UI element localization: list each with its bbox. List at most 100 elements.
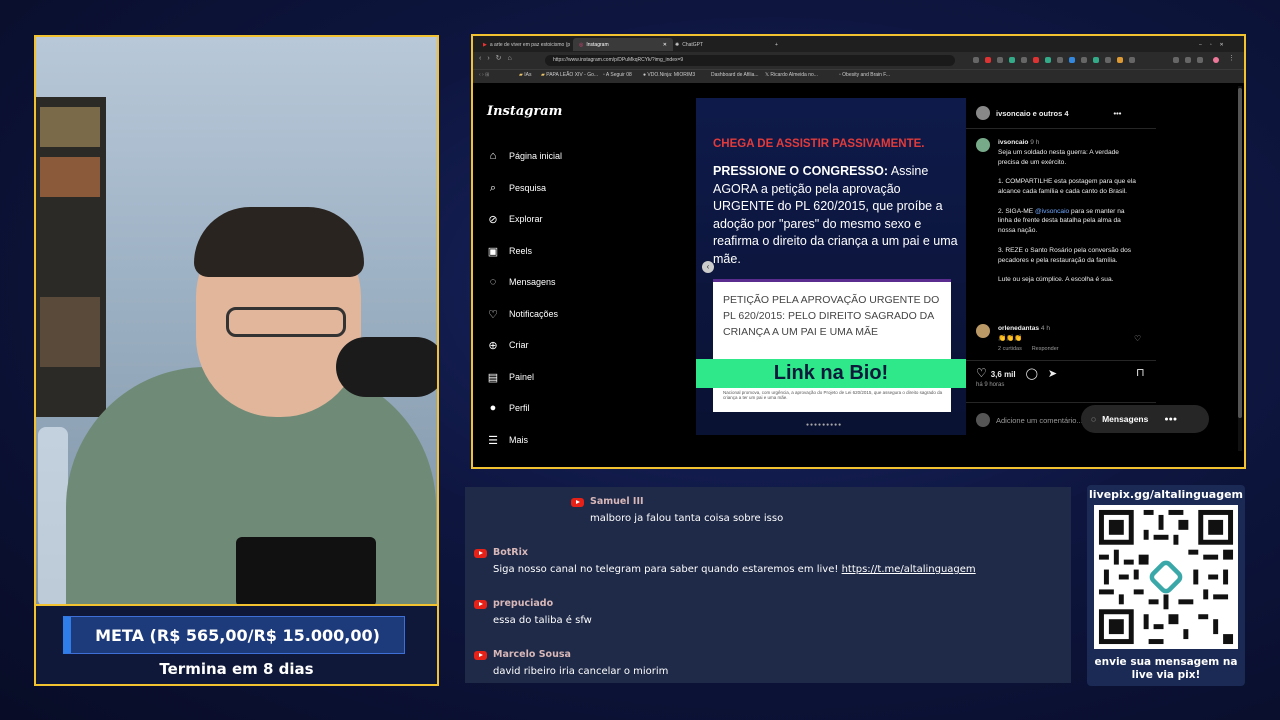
new-tab-button[interactable]: + <box>769 38 784 51</box>
instagram-post: CHEGA DE ASSISTIR PASSIVAMENTE. PRESSION… <box>696 98 1156 435</box>
heart-icon: ♡ <box>488 308 498 321</box>
like-comment-icon[interactable]: ♡ <box>1134 334 1141 343</box>
bookmark-dashboard[interactable]: Dashboard de Afilia... <box>711 72 759 78</box>
avatar[interactable] <box>976 138 990 152</box>
tab-chatgpt[interactable]: ✺ ChatGPT <box>669 38 769 51</box>
bookmarks-bar: ‹ › ⊞ ▰ IAs ▰ PAPA LEÃO XIV - Go... ▫ A … <box>473 69 1244 83</box>
youtube-icon <box>474 600 487 609</box>
nav-home[interactable]: ⌂ Página inicial <box>487 150 562 162</box>
nav-more[interactable]: ☰ Mais <box>487 434 528 447</box>
bookmark-ricardo[interactable]: 𝕏 Ricardo Almeida no... <box>765 72 818 78</box>
nav-dashboard[interactable]: ▤ Painel <box>487 371 534 384</box>
plus-icon: ⊕ <box>488 339 498 352</box>
page-scrollbar[interactable] <box>1238 86 1242 451</box>
extension-icon[interactable] <box>1105 57 1111 63</box>
save-icon[interactable]: ⊓ <box>1136 366 1145 379</box>
profile-avatar[interactable] <box>1213 57 1219 63</box>
address-bar[interactable]: https://www.instagram.com/p/DPuMkqRCYk/?… <box>545 55 955 66</box>
page-icon: ▫ <box>603 72 605 78</box>
youtube-icon <box>474 549 487 558</box>
glasses <box>226 307 346 337</box>
share-icon[interactable]: ➤ <box>1048 368 1057 380</box>
petition-description: Nacional promova, com urgência, a aprova… <box>723 390 943 400</box>
emoji-icon[interactable] <box>976 413 990 427</box>
messages-button[interactable]: ◌ Mensagens ●●● <box>1081 405 1209 433</box>
ninja-icon: ● <box>643 72 647 78</box>
instagram-icon: ◎ <box>579 41 584 48</box>
microphone <box>336 337 437 397</box>
goal-bar: META (R$ 565,00/R$ 15.000,00) <box>63 616 405 654</box>
chatgpt-icon: ✺ <box>675 41 680 48</box>
petition-title: PETIÇÃO PELA APROVAÇÃO URGENTE DO PL 620… <box>723 294 940 338</box>
extension-icon[interactable] <box>1129 57 1135 63</box>
qr-code-graphic <box>1094 505 1238 649</box>
link-in-bio-banner: Link na Bio! <box>696 359 966 388</box>
youtube-icon <box>474 651 487 660</box>
close-tab-icon[interactable]: ✕ <box>663 42 667 48</box>
browser-toolbar: ‹›↻⌂ https://www.instagram.com/p/DPuMkqR… <box>473 52 1244 69</box>
goal-deadline: Termina em 8 dias <box>159 660 314 678</box>
nav-messages[interactable]: ◌ Mensagens <box>487 276 556 288</box>
extension-icon[interactable] <box>1081 57 1087 63</box>
livepix-url: livepix.gg/altalinguagem <box>1088 488 1244 501</box>
post-body: PRESSIONE O CONGRESSO: Assine AGORA a pe… <box>713 164 958 266</box>
reels-icon: ▣ <box>487 245 499 258</box>
add-comment-input[interactable]: Adicione um comentário... <box>976 413 1083 427</box>
home-icon: ⌂ <box>489 150 497 162</box>
extension-icon[interactable] <box>1117 57 1123 63</box>
browser-window: ▶ a arte de viver em paz estoicismo (p ◎ I… <box>471 34 1246 469</box>
extension-icon[interactable] <box>1033 57 1039 63</box>
nav-profile[interactable]: ● Perfil <box>487 402 530 414</box>
nav-explore[interactable]: ⊘ Explorar <box>487 213 542 226</box>
extension-icon[interactable] <box>1093 57 1099 63</box>
extension-icon[interactable] <box>1069 57 1075 63</box>
compass-icon: ⊘ <box>488 213 498 226</box>
messenger-icon: ◌ <box>1091 414 1097 424</box>
extension-icon[interactable] <box>1009 57 1015 63</box>
like-icon[interactable]: ♡ <box>976 366 987 380</box>
reply-link[interactable]: Responder <box>1032 346 1059 352</box>
avatar[interactable] <box>976 106 990 120</box>
tab-strip: ▶ a arte de viver em paz estoicismo (p ◎ I… <box>473 36 1244 52</box>
carousel-prev-button[interactable]: ‹ <box>702 261 714 273</box>
bookmark-vdo[interactable]: ● VDO.Ninja: MIORIM3 <box>643 72 695 78</box>
youtube-icon: ▶ <box>483 41 487 48</box>
streamer-hair <box>194 207 364 277</box>
extension-icon[interactable] <box>1057 57 1063 63</box>
sidebar-icon[interactable] <box>1173 57 1179 63</box>
split-view-icon[interactable] <box>1197 57 1203 63</box>
instagram-logo[interactable]: Instagram <box>487 104 562 119</box>
nav-create[interactable]: ⊕ Criar <box>487 339 528 352</box>
bookmark-ias[interactable]: ▰ IAs <box>519 72 531 78</box>
nav-notifications[interactable]: ♡ Notificações <box>487 308 558 321</box>
menu-icon[interactable]: ⋮ <box>1228 54 1235 62</box>
more-options-icon[interactable]: ••• <box>1114 109 1122 118</box>
extension-icon[interactable] <box>973 57 979 63</box>
stream-deck <box>236 537 376 604</box>
nav-reels[interactable]: ▣ Reels <box>487 245 532 258</box>
mention-link[interactable]: @ivsoncaio <box>1035 208 1069 215</box>
extension-icon[interactable] <box>1045 57 1051 63</box>
window-controls[interactable]: –▫✕ <box>1193 38 1238 51</box>
search-icon: ⌕ <box>489 181 497 194</box>
water-bottle <box>38 427 68 604</box>
avatar[interactable] <box>976 324 990 338</box>
folder-icon: ▰ <box>519 72 523 78</box>
extension-icon[interactable] <box>1021 57 1027 63</box>
bookmark-nav-icons: ‹ › ⊞ <box>479 72 490 78</box>
telegram-link[interactable]: https://t.me/altalinguagem <box>842 564 976 575</box>
post-header: ivsoncaio e outros 4 ••• <box>976 106 1121 120</box>
bookmark-obesity[interactable]: ▫ Obesity and Brain F... <box>839 72 890 78</box>
nav-search[interactable]: ⌕ Pesquisa <box>487 182 546 194</box>
bookmark-papa[interactable]: ▰ PAPA LEÃO XIV - Go... <box>541 72 598 78</box>
youtube-icon <box>571 498 584 507</box>
comment-icon[interactable]: ◯ <box>1026 368 1038 380</box>
tab-instagram[interactable]: ◎ Instagram ✕ <box>573 38 673 51</box>
extension-icon[interactable] <box>997 57 1003 63</box>
download-icon[interactable] <box>1185 57 1191 63</box>
page-icon: ▫ <box>839 72 841 78</box>
extension-icon[interactable] <box>985 57 991 63</box>
nav-buttons[interactable]: ‹›↻⌂ <box>479 54 518 62</box>
tab-youtube[interactable]: ▶ a arte de viver em paz estoicismo (p <box>477 38 577 51</box>
bookmark-seguir[interactable]: ▫ A Seguir 08 <box>603 72 632 78</box>
